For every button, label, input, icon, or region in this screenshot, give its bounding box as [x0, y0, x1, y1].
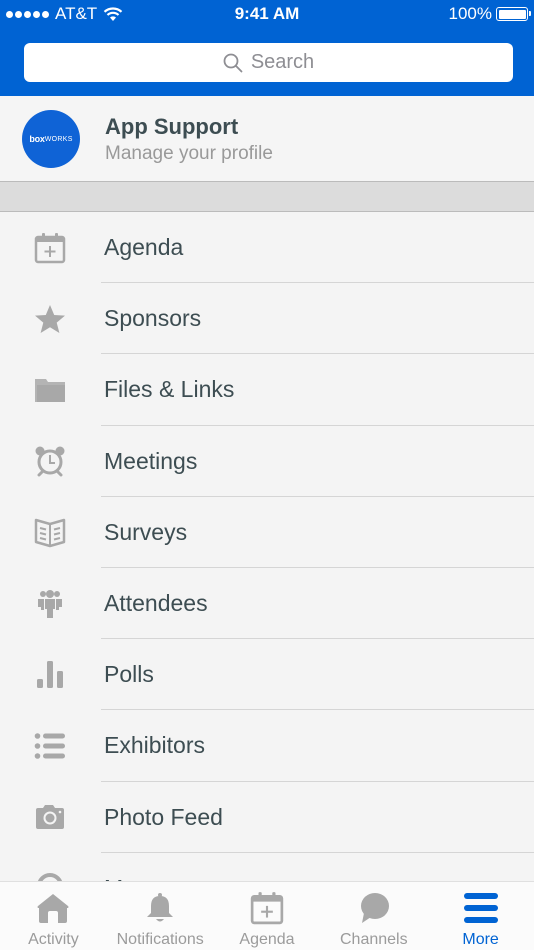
tab-bar: Activity Notifications Agenda Channels M…	[0, 881, 534, 950]
battery-icon	[496, 7, 531, 21]
tab-label: Activity	[28, 931, 79, 948]
alarm-clock-icon	[33, 444, 67, 478]
app-root: AT&T 9:41 AM 100% Search box WORKS App S…	[0, 0, 534, 950]
calendar-plus-icon	[33, 231, 67, 265]
menu-item-photo-feed[interactable]: Photo Feed	[0, 782, 534, 853]
people-icon	[33, 587, 67, 621]
profile-title: App Support	[105, 114, 239, 139]
menu-item-label: Attendees	[104, 590, 208, 617]
status-right: 100%	[448, 4, 531, 24]
bar-chart-icon	[33, 658, 67, 692]
tab-label: More	[462, 931, 499, 948]
menu-item-label: Surveys	[104, 518, 188, 545]
folder-icon	[33, 373, 67, 407]
menu-list: Agenda Sponsors Files & Links Meetings S…	[0, 212, 534, 924]
menu-item-label: Polls	[104, 661, 154, 688]
menu-item-files-links[interactable]: Files & Links	[0, 354, 534, 426]
tab-more[interactable]: More	[427, 882, 534, 950]
tab-label: Channels	[339, 931, 408, 948]
profile-row[interactable]: box WORKS	[0, 96, 534, 182]
search-input[interactable]: Search	[24, 43, 513, 82]
list-icon	[33, 729, 67, 763]
tab-notifications[interactable]: Notifications	[107, 882, 214, 950]
battery-percent: 100%	[448, 4, 492, 23]
avatar: box WORKS	[22, 110, 80, 168]
star-icon	[33, 302, 67, 336]
tab-channels[interactable]: Channels	[320, 882, 427, 950]
section-divider	[0, 181, 534, 212]
profile-subtitle: Manage your profile	[105, 143, 273, 164]
menu-item-attendees[interactable]: Attendees	[0, 568, 534, 640]
menu-item-label: Exhibitors	[104, 732, 205, 759]
search-icon	[223, 53, 243, 72]
menu-item-polls[interactable]: Polls	[0, 639, 534, 711]
tab-label: Agenda	[239, 931, 295, 948]
tab-label: Notifications	[116, 931, 204, 948]
menu-item-sponsors[interactable]: Sponsors	[0, 283, 534, 355]
tab-agenda[interactable]: Agenda	[214, 882, 321, 950]
menu-item-surveys[interactable]: Surveys	[0, 497, 534, 568]
camera-icon	[33, 800, 67, 834]
logo-text-bold: box	[29, 134, 45, 144]
header: AT&T 9:41 AM 100% Search	[0, 0, 534, 96]
bell-icon	[143, 890, 177, 926]
menu-item-label: Sponsors	[104, 305, 202, 332]
tab-activity[interactable]: Activity	[0, 882, 107, 950]
calendar-plus-icon	[250, 890, 284, 926]
menu-item-label: Meetings	[104, 447, 198, 474]
menu-item-label: Files & Links	[104, 376, 235, 403]
menu-item-label: Photo Feed	[104, 803, 223, 830]
menu-item-label: Agenda	[104, 234, 184, 261]
home-icon	[36, 890, 70, 926]
open-book-icon	[33, 515, 67, 549]
menu-icon	[463, 890, 499, 926]
chat-bubble-icon	[357, 890, 391, 926]
logo-text-light: WORKS	[44, 135, 73, 143]
menu-item-exhibitors[interactable]: Exhibitors	[0, 710, 534, 782]
search-placeholder: Search	[250, 51, 315, 73]
menu-item-meetings[interactable]: Meetings	[0, 426, 534, 497]
menu-item-agenda[interactable]: Agenda	[0, 212, 534, 284]
status-bar: AT&T 9:41 AM 100%	[0, 0, 534, 30]
